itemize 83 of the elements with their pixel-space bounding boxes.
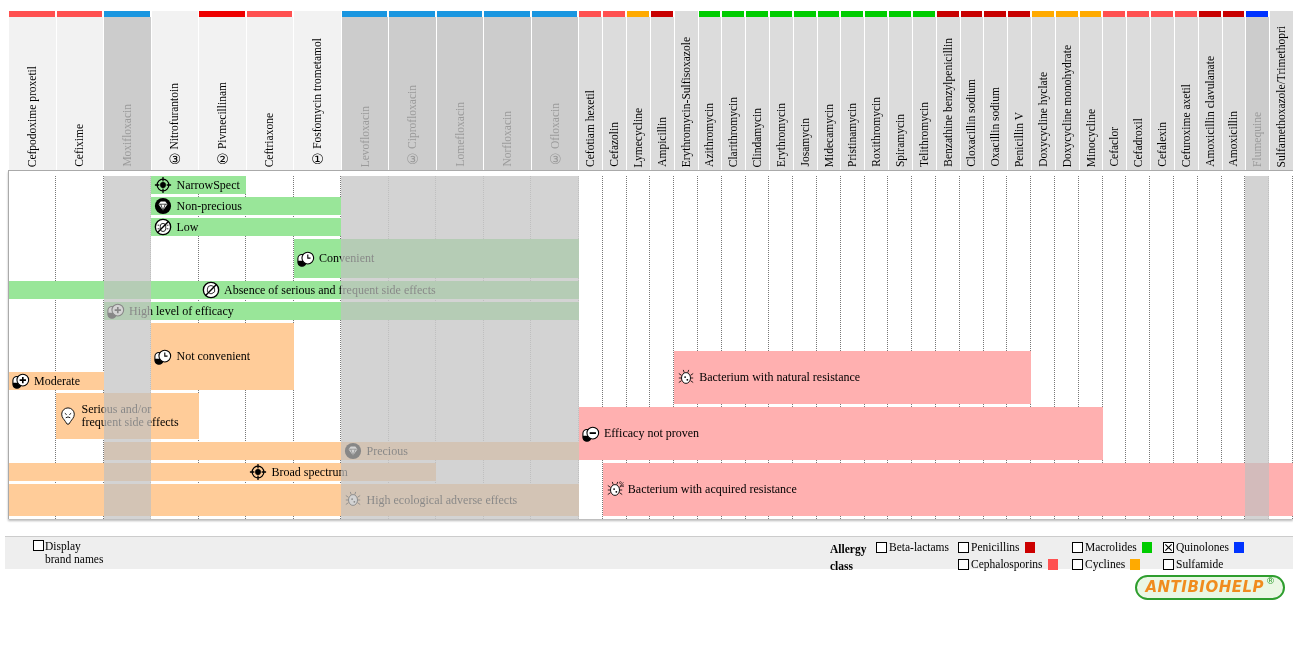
drug-name: Cefalexin bbox=[1156, 122, 1169, 167]
pill-clock-icon bbox=[297, 249, 315, 268]
drug-name: Doxycycline monohydrate bbox=[1060, 44, 1074, 167]
drug-name: Pivmecillinam bbox=[215, 81, 229, 149]
drug-name: Penicillin V bbox=[1013, 111, 1027, 167]
option-label: Cyclines bbox=[1085, 558, 1126, 571]
checkbox[interactable] bbox=[958, 559, 969, 570]
drug-name: Cefpodoxime proxetil bbox=[25, 65, 39, 167]
drug-name: Amoxicillin bbox=[1227, 111, 1241, 167]
target-icon bbox=[249, 463, 268, 481]
drug-name: Erythromycin bbox=[774, 103, 788, 167]
drug-name: Telithromycin bbox=[917, 102, 931, 167]
rank-number: ③ bbox=[168, 151, 182, 167]
criterion-label: Not convenient bbox=[176, 350, 251, 363]
drug-name: Cefadroxil bbox=[1132, 117, 1146, 167]
criterion-label: Non-precious bbox=[176, 199, 242, 213]
option-label: Quinolones bbox=[1176, 541, 1230, 554]
criterion-label: Broad spectrum bbox=[271, 465, 348, 479]
checkbox[interactable] bbox=[1163, 542, 1174, 553]
crossed-face-icon bbox=[202, 281, 220, 299]
option-label: Display brand names bbox=[45, 540, 105, 566]
criterion-label: Efficacy not proven bbox=[604, 427, 700, 440]
drug-name: Roxithromycin bbox=[870, 97, 884, 167]
criterion-label: NarrowSpect bbox=[176, 178, 240, 192]
criterion-label: High level of efficacy bbox=[129, 304, 234, 318]
option-label: Penicillins bbox=[971, 541, 1020, 554]
drug-name: Cloxacillin sodium bbox=[965, 79, 979, 167]
criterion-label: Convenient bbox=[319, 252, 375, 265]
drug-name: Midecamycin bbox=[822, 103, 836, 167]
bug-icon bbox=[605, 480, 624, 499]
drug-name: Erythromycin-Sulfisoxazole bbox=[679, 36, 693, 167]
drug-name: Cefuroxime axetil bbox=[1179, 83, 1193, 167]
drug-name: Doxycycline hyclate bbox=[1036, 72, 1050, 167]
criterion-label: Low bbox=[176, 220, 199, 234]
target-icon bbox=[154, 176, 173, 194]
drug-name: Nitrofurantoin bbox=[168, 82, 182, 149]
drug-name: Spiramycin bbox=[894, 113, 907, 167]
drug-name: Fosfomycin trometamol bbox=[311, 38, 324, 149]
crossed-bug-icon bbox=[154, 218, 173, 236]
criterion-label: High ecological adverse effects bbox=[366, 493, 518, 507]
drug-name: Lymecycline bbox=[632, 107, 645, 167]
checkbox[interactable] bbox=[876, 542, 887, 553]
drug-name: Cefixime bbox=[73, 124, 87, 167]
logo-text: ANTIBIOHELP bbox=[1145, 577, 1264, 598]
drug-name: Oxacillin sodium bbox=[989, 87, 1003, 167]
criterion-label: Bacterium with natural resistance bbox=[699, 371, 861, 384]
drug-name: Ampicillin bbox=[655, 117, 669, 167]
option-label: Sulfamide bbox=[1176, 558, 1224, 571]
drug-name: Cefaclor bbox=[1108, 127, 1122, 167]
criterion-label: Bacterium with acquired resistance bbox=[627, 483, 797, 496]
option-label: Cephalosporins bbox=[971, 558, 1043, 571]
criterion-label: Absence of serious and frequent side effects bbox=[224, 283, 436, 297]
drug-name: Cefazolin bbox=[608, 122, 622, 167]
drug-name: Cefotiam hexetil bbox=[584, 90, 598, 167]
allergy-class-label: Allergy class bbox=[830, 542, 868, 569]
pill-plus-icon bbox=[12, 372, 30, 390]
option-label: Macrolides bbox=[1085, 541, 1137, 554]
drug-name: Sulfamethoxazole/Trimethopri bbox=[1275, 25, 1289, 167]
checkbox[interactable] bbox=[1163, 559, 1174, 570]
checkbox[interactable] bbox=[1072, 559, 1083, 570]
sick-face-icon bbox=[59, 407, 78, 425]
drug-name: Josamycin bbox=[798, 118, 812, 167]
rank-number: ② bbox=[216, 151, 229, 167]
pill-clock-icon bbox=[154, 347, 173, 366]
bug-icon bbox=[677, 368, 696, 387]
drug-name: Benzathine benzylpenicillin bbox=[941, 38, 955, 167]
checkbox[interactable] bbox=[958, 542, 969, 553]
rank-number: ① bbox=[311, 151, 324, 167]
pill-minus-icon bbox=[582, 424, 600, 443]
option-label: Beta-lactams bbox=[889, 541, 950, 554]
checkbox[interactable] bbox=[33, 540, 44, 551]
checkbox[interactable] bbox=[1072, 542, 1083, 553]
drug-name: Clarithromycin bbox=[727, 96, 741, 167]
drug-name: Minocycline bbox=[1084, 108, 1098, 167]
drug-name: Clindamycin bbox=[751, 107, 765, 167]
drug-name: Amoxicillin clavulanate bbox=[1203, 56, 1217, 167]
drug-name: Azithromycin bbox=[703, 103, 717, 167]
drug-name: Ceftriaxone bbox=[263, 112, 277, 167]
drug-name: Pristinamycin bbox=[846, 103, 860, 167]
registered-mark: ® bbox=[1266, 577, 1275, 586]
criterion-label: Serious and/or frequent side effects bbox=[81, 403, 180, 429]
criterion-label: Moderate bbox=[34, 374, 80, 388]
criterion-label: Precious bbox=[366, 444, 408, 458]
